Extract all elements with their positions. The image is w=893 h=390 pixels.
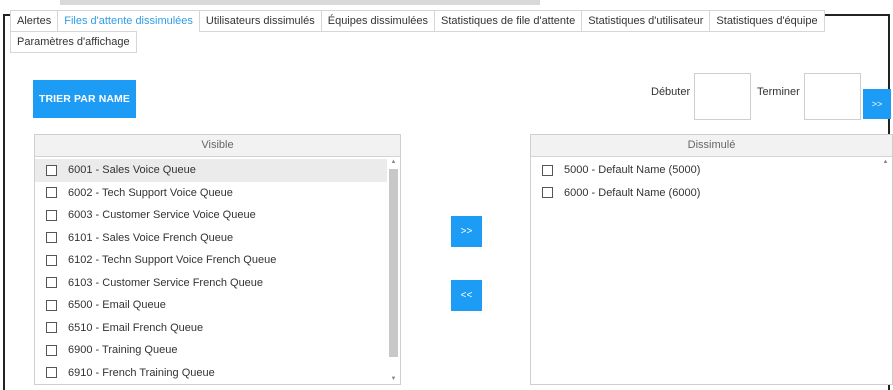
end-label: Terminer [757, 86, 800, 98]
tab-statistiques-d-utilisateur[interactable]: Statistiques d'utilisateur [581, 10, 710, 32]
hidden-panel-title: Dissimulé [531, 135, 892, 157]
move-to-visible-button[interactable]: << [451, 280, 482, 311]
item-checkbox[interactable] [46, 367, 57, 379]
item-label: 6001 - Sales Voice Queue [68, 164, 196, 177]
item-label: 6101 - Sales Voice French Queue [68, 231, 234, 244]
item-checkbox[interactable] [542, 164, 553, 176]
list-item[interactable]: 6103 - Customer Service French Queue [35, 272, 387, 295]
scroll-down-icon[interactable]: ▼ [387, 374, 400, 384]
list-item[interactable]: 6500 - Email Queue [35, 294, 387, 317]
item-checkbox[interactable] [46, 299, 57, 311]
tab-statistiques-d-équipe[interactable]: Statistiques d'équipe [709, 10, 825, 32]
item-label: 6000 - Default Name (6000) [564, 186, 701, 199]
list-item[interactable]: 6101 - Sales Voice French Queue [35, 227, 387, 250]
item-checkbox[interactable] [46, 187, 57, 199]
list-item[interactable]: 5000 - Default Name (5000) [531, 159, 879, 182]
tab-statistiques-de-file-d-attente[interactable]: Statistiques de file d'attente [434, 10, 582, 32]
list-item[interactable]: 6102 - Techn Support Voice French Queue [35, 249, 387, 272]
item-label: 6900 - Training Queue [68, 344, 178, 357]
hidden-queues-panel: Dissimulé 5000 - Default Name (5000) 6000… [530, 134, 893, 385]
tab-alertes[interactable]: Alertes [10, 10, 58, 32]
item-checkbox[interactable] [542, 187, 553, 199]
tab-row-secondary: Paramètres d'affichage [10, 31, 840, 53]
end-input[interactable] [804, 73, 861, 120]
item-checkbox[interactable] [46, 164, 57, 176]
start-label: Débuter [651, 86, 691, 98]
item-checkbox[interactable] [46, 209, 57, 221]
list-item[interactable]: 6003 - Customer Service Voice Queue [35, 204, 387, 227]
tab-row-primary: Alertes Files d'attente dissimulées Utilis… [10, 10, 840, 32]
list-item[interactable]: 6000 - Default Name (6000) [531, 182, 879, 205]
item-label: 6103 - Customer Service French Queue [68, 276, 264, 289]
item-checkbox[interactable] [46, 344, 57, 356]
visible-panel-title: Visible [35, 135, 400, 157]
move-to-hidden-button[interactable]: >> [451, 216, 482, 247]
item-label: 5000 - Default Name (5000) [564, 164, 701, 177]
visible-list-scrollbar[interactable]: ▲ ▼ [387, 157, 400, 384]
list-item[interactable]: 6900 - Training Queue [35, 339, 387, 362]
item-checkbox[interactable] [46, 254, 57, 266]
visible-queue-list[interactable]: 6001 - Sales Voice Queue 6002 - Tech Supp… [35, 157, 400, 384]
item-label: 6002 - Tech Support Voice Queue [68, 186, 233, 199]
list-item[interactable]: 6510 - Email French Queue [35, 317, 387, 340]
list-item[interactable]: 6001 - Sales Voice Queue [35, 159, 387, 182]
tab-équipes-dissimulées[interactable]: Équipes dissimulées [320, 10, 435, 32]
start-input[interactable] [694, 73, 751, 120]
scroll-up-icon[interactable]: ▲ [387, 157, 400, 167]
list-item[interactable]: 6910 - French Training Queue [35, 362, 387, 385]
scrollbar-thumb[interactable] [389, 169, 398, 357]
tab-paramètres-d-affichage[interactable]: Paramètres d'affichage [10, 31, 137, 53]
tab-bar: Alertes Files d'attente dissimulées Utilis… [10, 10, 840, 53]
item-checkbox[interactable] [46, 322, 57, 334]
item-label: 6510 - Email French Queue [68, 321, 204, 334]
item-label: 6102 - Techn Support Voice French Queue [68, 254, 277, 267]
item-label: 6910 - French Training Queue [68, 366, 215, 379]
apply-range-button[interactable]: >> [863, 89, 891, 119]
scroll-up-icon[interactable]: ▲ [879, 157, 892, 167]
hidden-list-scrollbar[interactable]: ▲ [879, 157, 892, 384]
item-checkbox[interactable] [46, 232, 57, 244]
list-item[interactable]: 6002 - Tech Support Voice Queue [35, 182, 387, 205]
tab-utilisateurs-dissimulés[interactable]: Utilisateurs dissimulés [198, 10, 321, 32]
sort-by-name-button[interactable]: TRIER PAR NAME [33, 80, 136, 118]
visible-queues-panel: Visible 6001 - Sales Voice Queue 6002 - T… [34, 134, 401, 385]
item-label: 6003 - Customer Service Voice Queue [68, 209, 256, 222]
hidden-queue-list[interactable]: 5000 - Default Name (5000) 6000 - Default… [531, 157, 892, 384]
item-label: 6500 - Email Queue [68, 299, 166, 312]
tab-files-d-attente-dissimulées[interactable]: Files d'attente dissimulées [57, 10, 199, 32]
item-checkbox[interactable] [46, 277, 57, 289]
